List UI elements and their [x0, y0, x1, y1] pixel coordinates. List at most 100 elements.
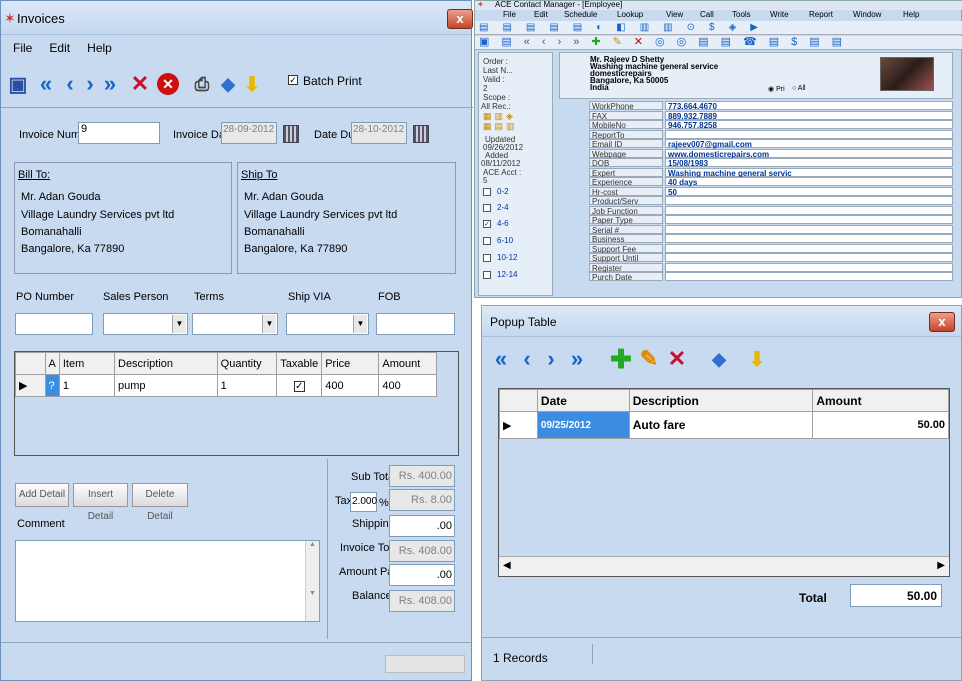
ace-field-value[interactable]: www.domesticrepairs.com: [665, 148, 953, 159]
range-4-6[interactable]: ✓ 4-6: [483, 219, 509, 228]
ace-field-value[interactable]: [665, 272, 953, 281]
ace-toolbar-icons[interactable]: ▤▤▤▤▤◐◧▥▥⊙$◈▶: [479, 22, 772, 33]
cancel-icon[interactable]: ✕: [153, 69, 183, 99]
ship-via-select[interactable]: ▼: [286, 313, 369, 335]
amount-paid-field[interactable]: .00: [389, 564, 455, 586]
tax-rate-field[interactable]: 2.000: [350, 492, 377, 512]
ace-field-value[interactable]: 946.757.8258: [665, 120, 953, 130]
edit-icon[interactable]: ✎: [634, 344, 664, 374]
ace-field-value[interactable]: 50: [665, 186, 953, 197]
ace-menu-schedule[interactable]: Schedule: [564, 10, 597, 20]
delete-icon[interactable]: ✕: [125, 69, 155, 99]
row-selector-icon[interactable]: ▶: [15, 374, 46, 397]
ace-menu-view[interactable]: View: [666, 10, 683, 20]
cell-amount[interactable]: 50.00: [812, 411, 949, 439]
batch-print-checkbox[interactable]: ✓: [288, 75, 298, 85]
range-checkbox[interactable]: [483, 203, 491, 212]
exit-icon[interactable]: ⬇: [237, 69, 267, 99]
add-icon[interactable]: ✚: [606, 344, 636, 374]
pri-radio[interactable]: ◉ Pri: [768, 85, 785, 93]
ace-field-value[interactable]: [665, 205, 953, 215]
table-row[interactable]: ▶ 09/25/2012 Auto fare 50.00: [499, 411, 949, 439]
ace-field-value[interactable]: [665, 243, 953, 253]
row-selector-icon[interactable]: ▶: [499, 411, 538, 439]
all-radio[interactable]: ○ All: [792, 85, 806, 92]
range-checkbox[interactable]: [483, 236, 491, 245]
comment-scrollbar[interactable]: ▲ ▼: [305, 541, 319, 621]
menu-file[interactable]: File: [13, 41, 32, 55]
range-checkbox[interactable]: [483, 187, 491, 196]
invoice-date-calendar-icon[interactable]: [283, 125, 299, 143]
popup-close-button[interactable]: x: [929, 312, 955, 332]
ace-field-value[interactable]: [665, 224, 953, 234]
scroll-right-icon[interactable]: ▶: [937, 560, 945, 571]
ace-field-value[interactable]: 15/08/1983: [665, 158, 953, 168]
last-record-icon[interactable]: »: [562, 344, 592, 374]
range-0-2[interactable]: 0-2: [483, 187, 509, 196]
range-10-12[interactable]: 10-12: [483, 253, 517, 262]
add-detail-button[interactable]: Add Detail: [15, 483, 69, 507]
date-due-field[interactable]: 28-10-2012: [351, 122, 407, 144]
cell-description[interactable]: pump: [114, 374, 218, 397]
range-12-14[interactable]: 12-14: [483, 270, 517, 279]
taxable-checkbox[interactable]: ✓: [293, 380, 305, 392]
ace-field-value[interactable]: 40 days: [665, 177, 953, 187]
ace-field-value[interactable]: [665, 196, 953, 205]
delete-icon[interactable]: ✕: [662, 344, 692, 374]
menu-edit[interactable]: Edit: [49, 41, 70, 55]
range-checkbox[interactable]: [483, 270, 491, 279]
ace-menu-tools[interactable]: Tools: [732, 10, 751, 20]
ace-menu-help[interactable]: Help: [903, 10, 919, 20]
sales-person-select[interactable]: ▼: [103, 313, 188, 335]
ace-menu-file[interactable]: File: [503, 10, 516, 20]
range-6-10[interactable]: 6-10: [483, 236, 513, 245]
ace-field-value[interactable]: rajeev007@gmail.com: [665, 139, 953, 149]
ace-menu-call[interactable]: Call: [700, 10, 714, 20]
book-icon[interactable]: ◆: [704, 344, 734, 374]
insert-detail-button[interactable]: Insert Detail: [73, 483, 128, 522]
ace-menu-edit[interactable]: Edit: [534, 10, 548, 20]
ace-nav-icons[interactable]: ▣▤«‹›»✚✎✕◎◎▤▤☎▤$▤▤: [479, 36, 854, 48]
cell-a[interactable]: ?: [44, 374, 60, 397]
ace-field-value[interactable]: [665, 253, 953, 262]
ace-field-value[interactable]: [665, 234, 953, 243]
ace-menu-window[interactable]: Window: [853, 10, 881, 20]
cell-date[interactable]: 09/25/2012: [536, 411, 630, 439]
cell-quantity[interactable]: 1: [216, 374, 278, 397]
comment-field[interactable]: ▲ ▼: [15, 540, 320, 622]
menu-help[interactable]: Help: [87, 41, 112, 55]
cell-price[interactable]: 400: [321, 374, 380, 397]
table-row[interactable]: ▶ ? 1 pump 1 ✓ 400 400: [15, 374, 437, 397]
shipping-field[interactable]: .00: [389, 515, 455, 537]
range-checkbox[interactable]: [483, 253, 491, 262]
range-2-4[interactable]: 2-4: [483, 203, 509, 212]
cell-amount[interactable]: 400: [378, 374, 437, 397]
ace-menu-write[interactable]: Write: [770, 10, 789, 20]
terms-select[interactable]: ▼: [192, 313, 278, 335]
ace-menu-lookup[interactable]: Lookup: [617, 10, 643, 20]
scroll-left-icon[interactable]: ◀: [503, 560, 511, 571]
ace-left-icons[interactable]: ▦▥◈ ▦▤▥: [483, 111, 523, 133]
fob-field[interactable]: [376, 313, 455, 335]
ace-field-value[interactable]: Washing machine general servic: [665, 167, 953, 178]
ace-field-value[interactable]: 773.664.4670: [665, 101, 953, 111]
date-due-calendar-icon[interactable]: [413, 125, 429, 143]
ace-field-value[interactable]: [665, 262, 953, 272]
ace-field-value[interactable]: [665, 129, 953, 139]
cell-item[interactable]: 1: [58, 374, 116, 397]
ace-field-value[interactable]: [665, 215, 953, 224]
po-number-field[interactable]: [15, 313, 93, 335]
cell-taxable[interactable]: ✓: [276, 374, 323, 397]
ace-menu-report[interactable]: Report: [809, 10, 833, 20]
invoice-number-field[interactable]: 9: [78, 122, 160, 144]
close-button[interactable]: x: [447, 9, 473, 29]
ace-field-value[interactable]: 889.932.7889: [665, 110, 953, 121]
cell-description[interactable]: Auto fare: [628, 411, 814, 439]
last-record-icon[interactable]: »: [95, 69, 125, 99]
invoice-date-field[interactable]: 28-09-2012: [221, 122, 277, 144]
save-icon[interactable]: ▣: [3, 69, 33, 99]
exit-icon[interactable]: ⬇: [742, 344, 772, 374]
horizontal-scrollbar[interactable]: ◀ ▶: [499, 556, 949, 576]
delete-detail-button[interactable]: Delete Detail: [132, 483, 188, 522]
range-checkbox-checked[interactable]: ✓: [483, 219, 491, 228]
